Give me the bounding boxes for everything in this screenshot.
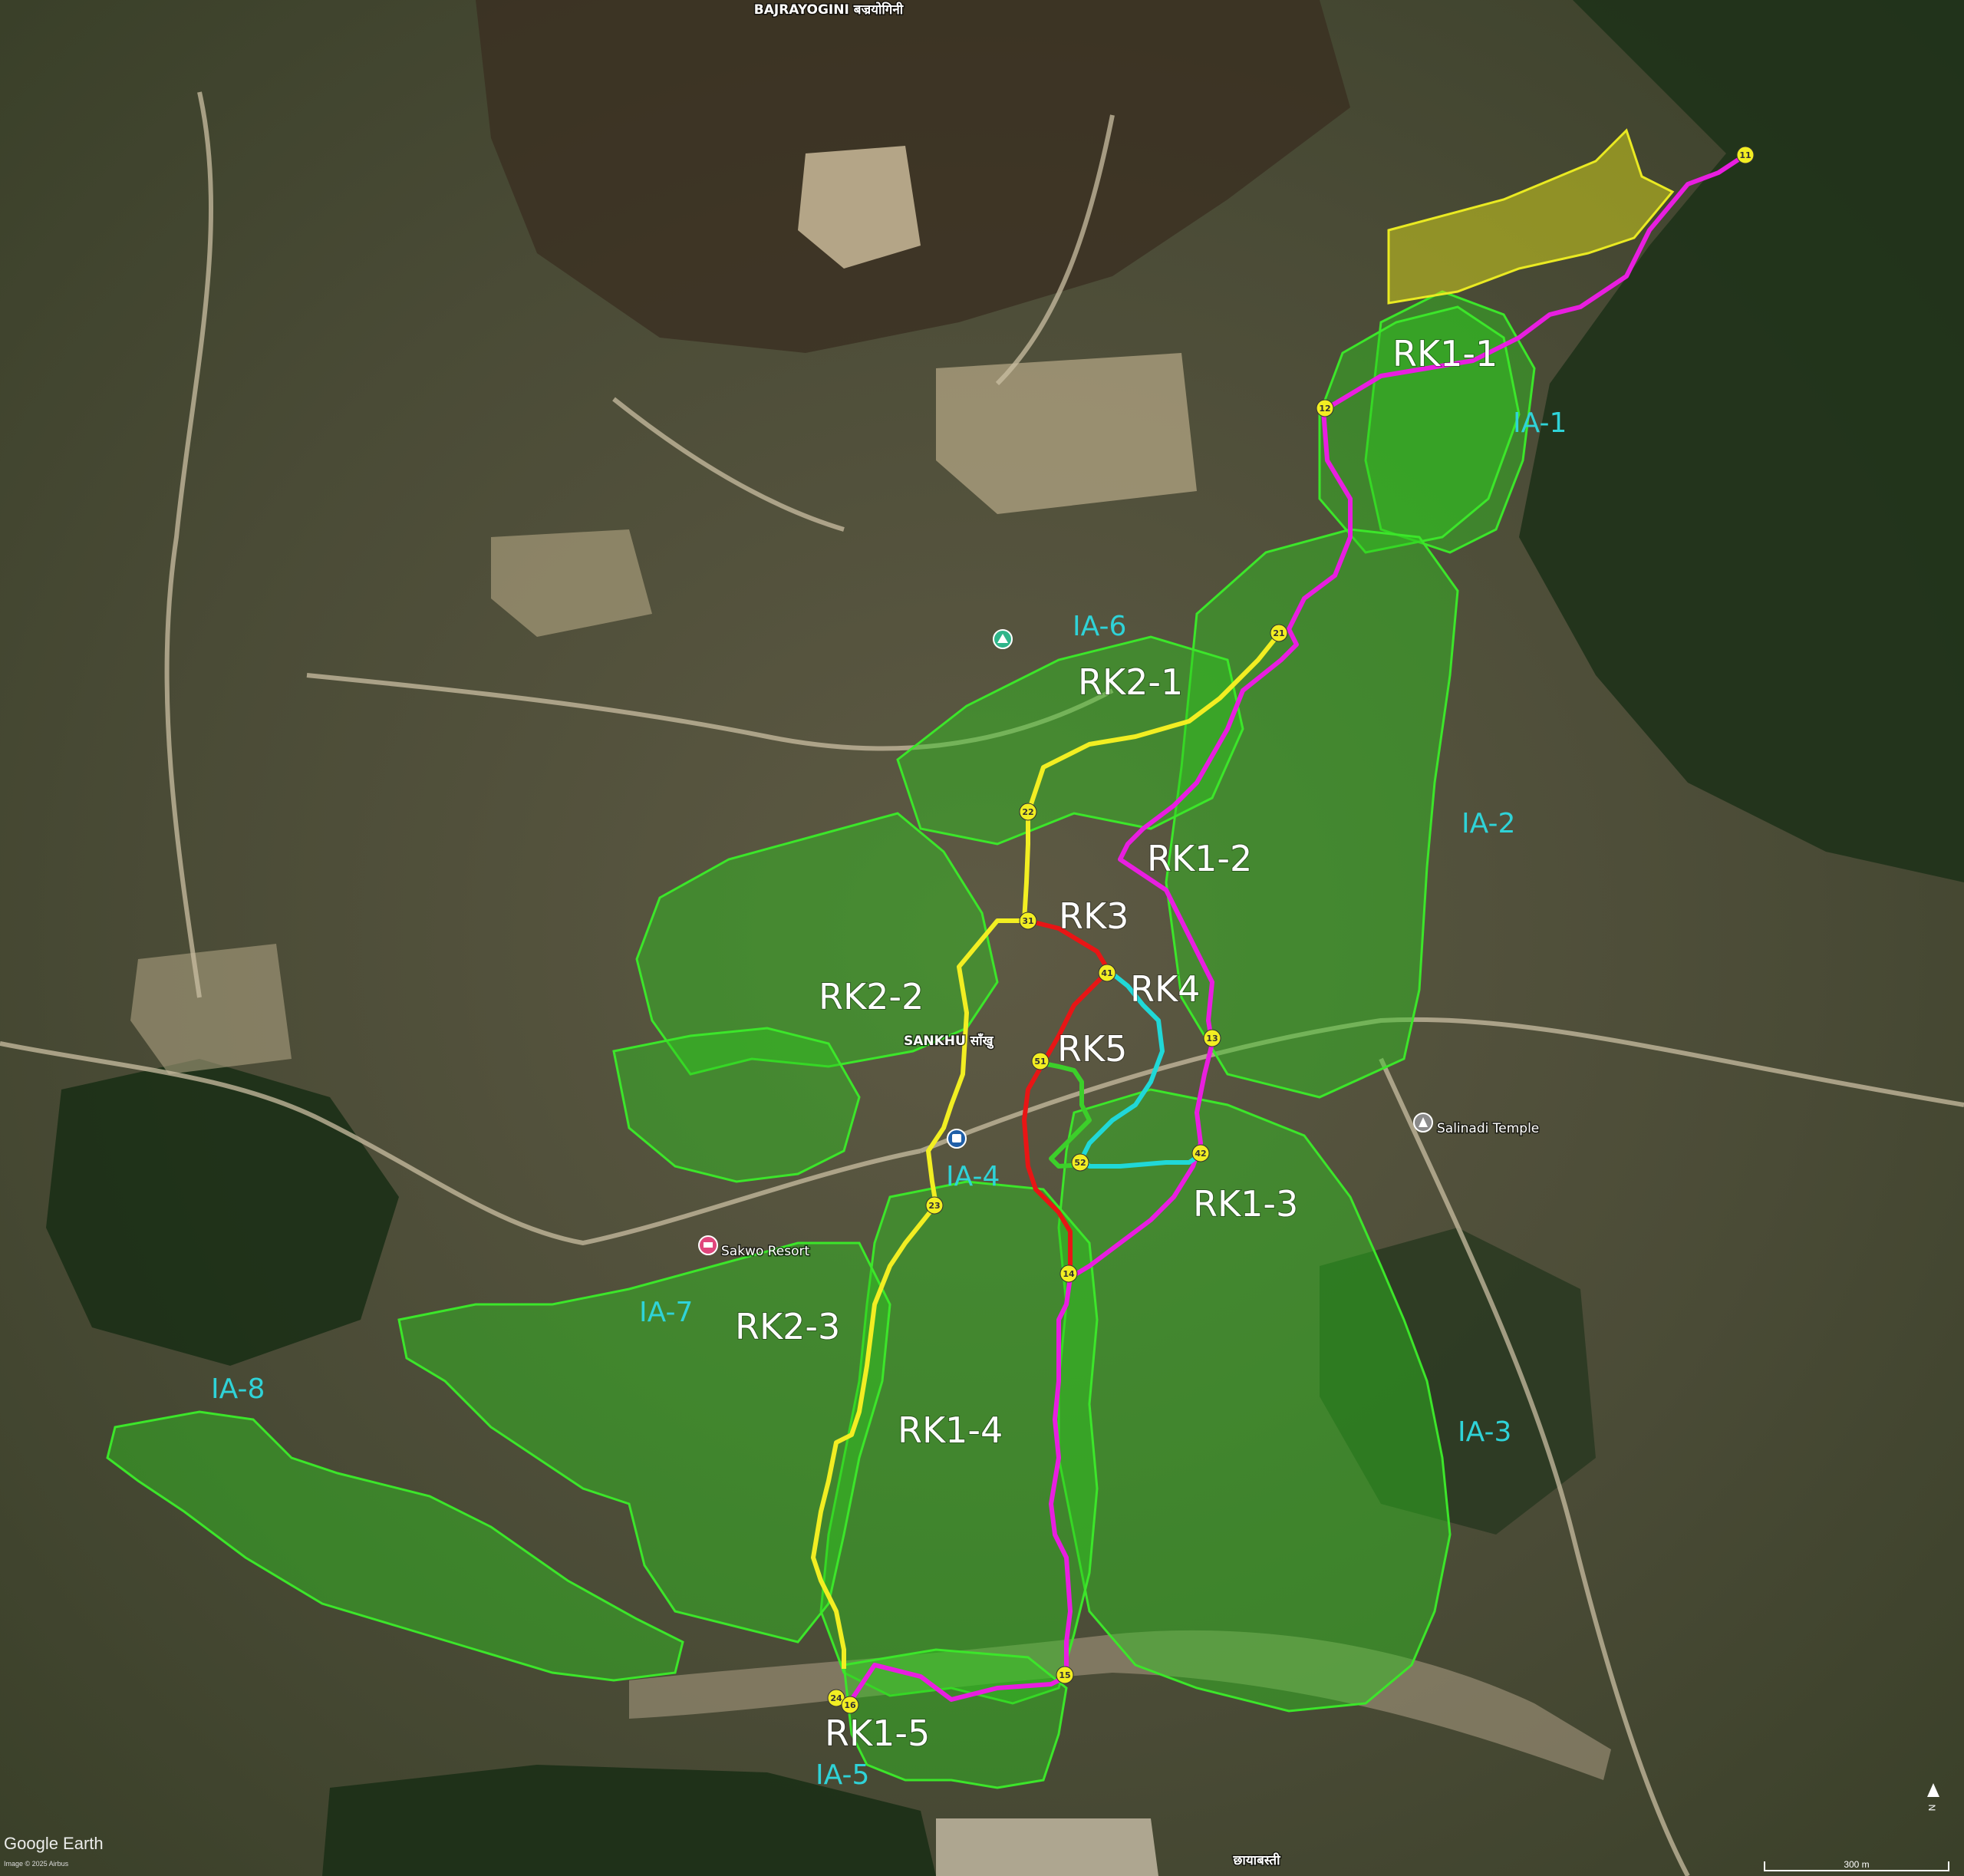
svg-text:13: 13: [1206, 1034, 1218, 1044]
label-rk2-1: RK2-1: [1078, 661, 1183, 703]
label-ia1: IA-1: [1513, 407, 1567, 439]
label-ia4: IA-4: [946, 1161, 1000, 1192]
poi-ia6-marker[interactable]: [993, 629, 1013, 649]
node-31[interactable]: 31: [1019, 912, 1037, 930]
node-13[interactable]: 13: [1203, 1029, 1221, 1047]
node-12[interactable]: 12: [1316, 399, 1334, 417]
svg-text:52: 52: [1074, 1158, 1086, 1168]
svg-text:42: 42: [1195, 1149, 1206, 1159]
label-ia3: IA-3: [1458, 1416, 1511, 1448]
node-42[interactable]: 42: [1191, 1144, 1210, 1162]
node-22[interactable]: 22: [1019, 803, 1037, 821]
svg-text:31: 31: [1022, 916, 1033, 926]
label-ia5: IA-5: [816, 1759, 869, 1791]
svg-text:15: 15: [1059, 1670, 1070, 1680]
svg-text:41: 41: [1101, 968, 1112, 978]
bare-area-south: [936, 1818, 1158, 1876]
label-ia2: IA-2: [1461, 808, 1515, 839]
google-earth-logo: Google Earth: [4, 1834, 104, 1853]
label-rk1-3: RK1-3: [1193, 1183, 1298, 1225]
svg-text:12: 12: [1319, 404, 1330, 414]
label-rk5: RK5: [1057, 1028, 1127, 1070]
place-chhayabasti: छायाबस्ती: [1233, 1852, 1281, 1868]
node-11[interactable]: 11: [1736, 146, 1755, 164]
label-rk1-5: RK1-5: [825, 1713, 930, 1754]
label-rk2-3: RK2-3: [735, 1306, 840, 1347]
svg-text:11: 11: [1739, 150, 1751, 160]
svg-text:16: 16: [844, 1700, 856, 1710]
svg-text:N: N: [1926, 1805, 1937, 1812]
svg-text:24: 24: [830, 1693, 842, 1703]
poi-bus-stop[interactable]: [947, 1129, 967, 1149]
label-rk1-1: RK1-1: [1392, 333, 1498, 374]
node-51[interactable]: 51: [1031, 1052, 1050, 1070]
satellite-map[interactable]: 11 12 21 22 31 41 13 51 42 52 23 14 15 2…: [0, 0, 1964, 1876]
node-15[interactable]: 15: [1056, 1666, 1074, 1684]
svg-text:51: 51: [1034, 1057, 1046, 1067]
scale-label: 300 m: [1844, 1859, 1869, 1870]
node-21[interactable]: 21: [1270, 624, 1288, 642]
label-rk1-4: RK1-4: [898, 1409, 1003, 1451]
label-ia7: IA-7: [639, 1297, 693, 1328]
node-14[interactable]: 14: [1059, 1264, 1078, 1283]
label-rk3: RK3: [1059, 895, 1129, 937]
place-sankhu: SANKHU साँखु: [904, 1033, 994, 1049]
label-ia8: IA-8: [211, 1373, 265, 1405]
svg-text:22: 22: [1022, 807, 1033, 817]
svg-text:23: 23: [928, 1201, 940, 1211]
node-16[interactable]: 16: [841, 1696, 859, 1714]
svg-text:21: 21: [1273, 628, 1284, 638]
bare-area: [936, 353, 1197, 514]
label-ia6: IA-6: [1073, 611, 1126, 642]
label-sakwo: Sakwo Resort: [721, 1244, 810, 1259]
svg-text:14: 14: [1063, 1269, 1075, 1279]
node-41[interactable]: 41: [1098, 964, 1116, 982]
label-rk4: RK4: [1130, 968, 1200, 1010]
place-bajrayogini: BAJRAYOGINI बज्रयोगिनी: [754, 2, 904, 18]
label-rk1-2: RK1-2: [1147, 838, 1252, 879]
label-rk2-2: RK2-2: [819, 976, 924, 1017]
imagery-credit: Image © 2025 Airbus: [4, 1860, 69, 1868]
node-52[interactable]: 52: [1071, 1153, 1089, 1172]
node-23[interactable]: 23: [925, 1196, 944, 1215]
label-salinadi: Salinadi Temple: [1437, 1121, 1539, 1136]
